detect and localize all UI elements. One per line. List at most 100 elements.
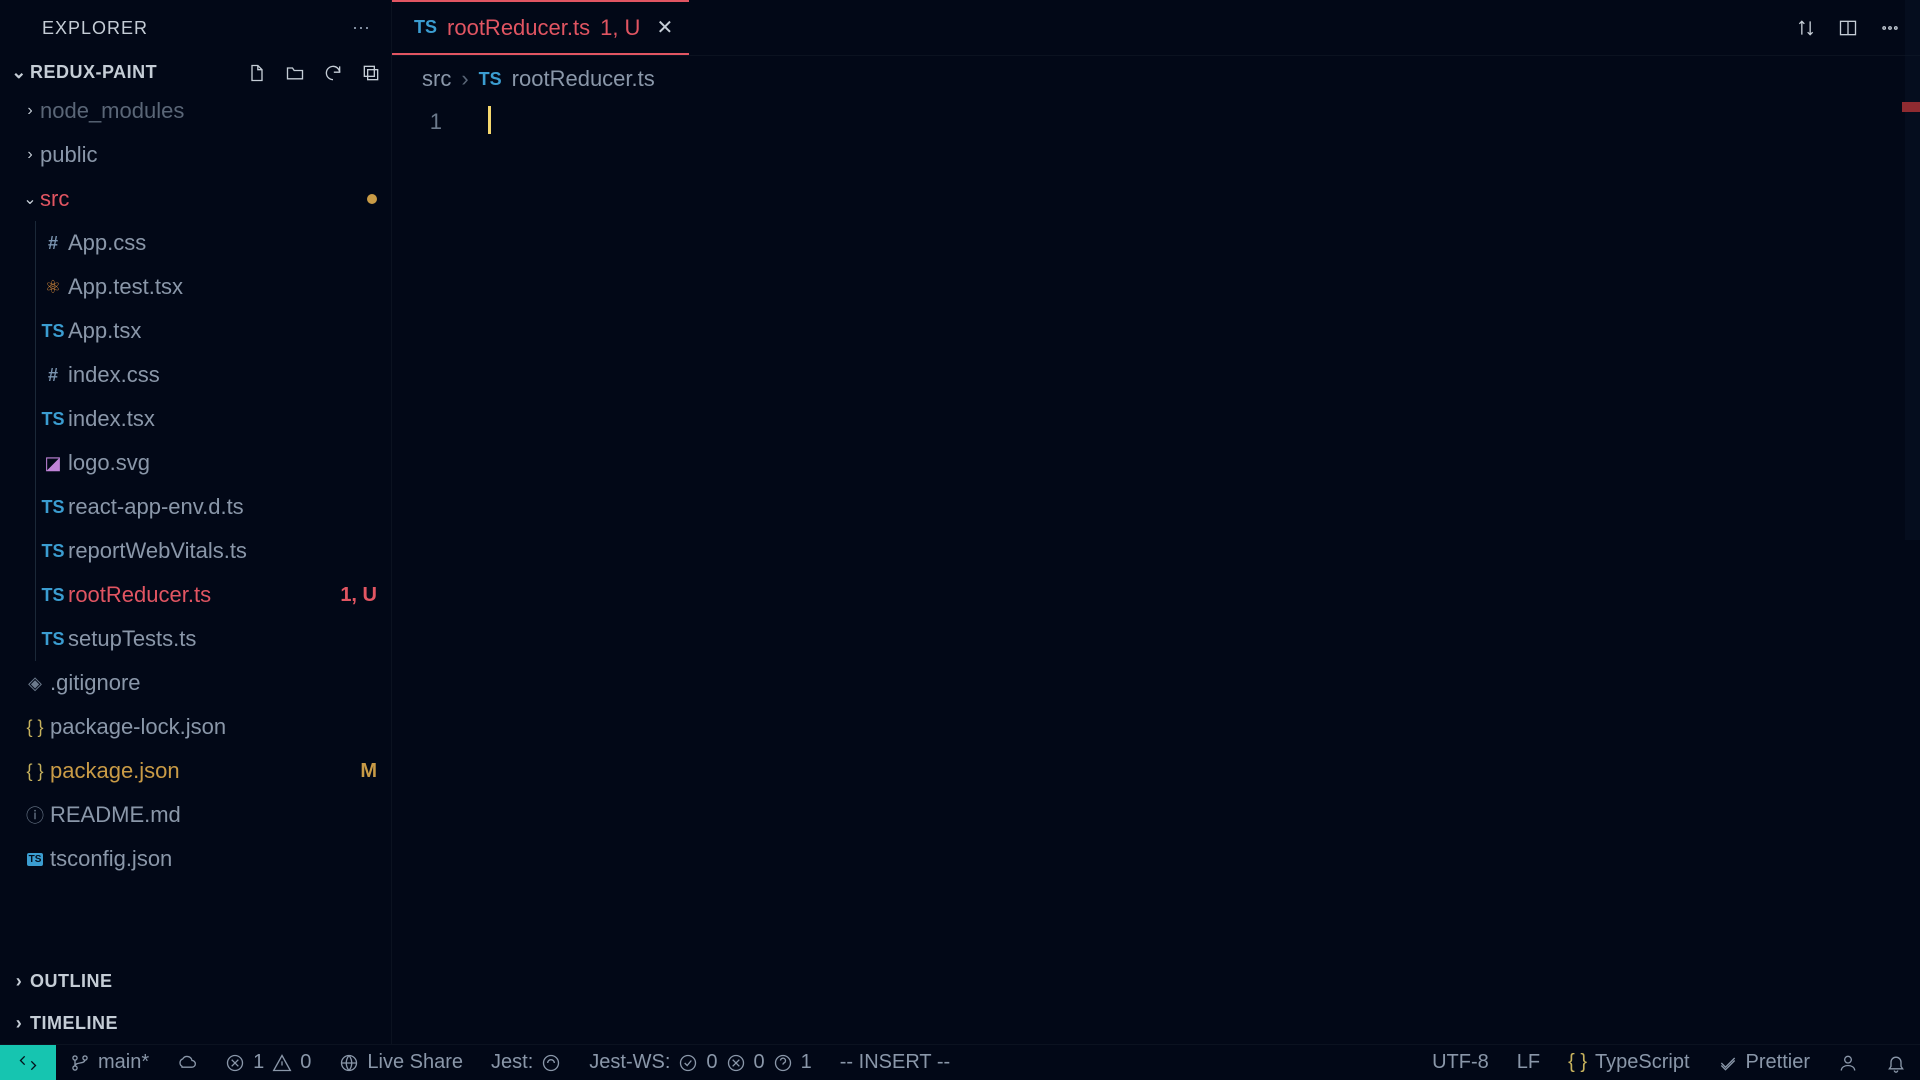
file-app-css[interactable]: # App.css bbox=[0, 221, 391, 265]
tree-label: App.test.tsx bbox=[68, 274, 183, 300]
file-app-test[interactable]: ⚛ App.test.tsx bbox=[0, 265, 391, 309]
compare-icon[interactable] bbox=[1796, 18, 1816, 38]
tree-label: App.css bbox=[68, 230, 146, 256]
react-icon: ⚛ bbox=[38, 277, 68, 298]
git-icon: ◈ bbox=[20, 673, 50, 694]
text-cursor bbox=[488, 106, 491, 134]
svg-icon: ◪ bbox=[38, 453, 68, 474]
explorer-more-icon[interactable]: ⋯ bbox=[352, 18, 371, 39]
encoding-label: UTF-8 bbox=[1432, 1051, 1489, 1074]
language-selector[interactable]: { } TypeScript bbox=[1554, 1051, 1703, 1074]
file-react-env[interactable]: TS react-app-env.d.ts bbox=[0, 485, 391, 529]
jest-indicator[interactable]: Jest: bbox=[477, 1051, 575, 1074]
sync-button[interactable] bbox=[163, 1053, 211, 1073]
explorer-title: EXPLORER bbox=[42, 18, 148, 39]
warning-count: 0 bbox=[300, 1051, 311, 1074]
ts-icon: TS bbox=[479, 69, 502, 90]
file-tsconfig[interactable]: TS tsconfig.json bbox=[0, 837, 391, 881]
tree-label: setupTests.ts bbox=[68, 626, 196, 652]
new-folder-icon[interactable] bbox=[285, 63, 305, 83]
liveshare-label: Live Share bbox=[367, 1051, 463, 1074]
folder-src[interactable]: ⌄ src bbox=[0, 177, 391, 221]
file-logo-svg[interactable]: ◪ logo.svg bbox=[0, 441, 391, 485]
file-root-reducer[interactable]: TS rootReducer.ts 1, U bbox=[0, 573, 391, 617]
file-report-web-vitals[interactable]: TS reportWebVitals.ts bbox=[0, 529, 391, 573]
tab-root-reducer[interactable]: TS rootReducer.ts 1, U ✕ bbox=[392, 0, 689, 55]
project-header[interactable]: ⌄ REDUX-PAINT bbox=[0, 56, 391, 89]
folder-node-modules[interactable]: › node_modules bbox=[0, 89, 391, 133]
file-setup-tests[interactable]: TS setupTests.ts bbox=[0, 617, 391, 661]
branch-indicator[interactable]: main* bbox=[56, 1051, 163, 1074]
branch-name: main* bbox=[98, 1051, 149, 1074]
breadcrumb-item[interactable]: rootReducer.ts bbox=[512, 66, 655, 92]
collapse-icon[interactable] bbox=[361, 63, 381, 83]
problems-indicator[interactable]: 1 0 bbox=[211, 1051, 325, 1074]
jest-fail: 0 bbox=[754, 1051, 765, 1074]
notifications-button[interactable] bbox=[1872, 1053, 1920, 1073]
folder-public[interactable]: › public bbox=[0, 133, 391, 177]
feedback-button[interactable] bbox=[1824, 1053, 1872, 1073]
tree-label: src bbox=[40, 186, 69, 212]
close-icon[interactable]: ✕ bbox=[656, 15, 673, 40]
error-icon bbox=[225, 1053, 245, 1073]
timeline-panel[interactable]: › TIMELINE bbox=[0, 1002, 391, 1044]
warning-icon bbox=[272, 1053, 292, 1073]
new-file-icon[interactable] bbox=[247, 63, 267, 83]
encoding-selector[interactable]: UTF-8 bbox=[1418, 1051, 1503, 1074]
ts-icon: TS bbox=[38, 497, 68, 518]
tree-label: rootReducer.ts bbox=[68, 582, 211, 608]
chevron-right-icon: › bbox=[20, 146, 40, 164]
tree-label: tsconfig.json bbox=[50, 846, 172, 872]
jestws-label: Jest-WS: bbox=[589, 1051, 670, 1074]
vim-mode: -- INSERT -- bbox=[826, 1051, 964, 1074]
code-editor[interactable]: 1 bbox=[392, 102, 1920, 1044]
editor-area: TS rootReducer.ts 1, U ✕ src › TS rootRe… bbox=[392, 0, 1920, 1044]
cloud-sync-icon bbox=[177, 1053, 197, 1073]
more-icon[interactable] bbox=[1880, 18, 1900, 38]
file-readme[interactable]: ⓘ README.md bbox=[0, 793, 391, 837]
refresh-icon[interactable] bbox=[323, 63, 343, 83]
file-gitignore[interactable]: ◈ .gitignore bbox=[0, 661, 391, 705]
ts-icon: TS bbox=[38, 321, 68, 342]
status-bar: main* 1 0 Live Share Jest: Jest-WS: 0 0 … bbox=[0, 1044, 1920, 1080]
prettier-button[interactable]: Prettier bbox=[1704, 1051, 1824, 1074]
unknown-icon bbox=[773, 1053, 793, 1073]
jest-status-icon bbox=[541, 1053, 561, 1073]
chevron-right-icon: › bbox=[8, 1013, 30, 1034]
jest-unknown: 1 bbox=[801, 1051, 812, 1074]
chevron-right-icon: › bbox=[461, 66, 468, 92]
tree-label: reportWebVitals.ts bbox=[68, 538, 247, 564]
remote-indicator[interactable] bbox=[0, 1045, 56, 1080]
vim-mode-label: -- INSERT -- bbox=[840, 1051, 950, 1074]
error-count: 1 bbox=[253, 1051, 264, 1074]
file-index-tsx[interactable]: TS index.tsx bbox=[0, 397, 391, 441]
chevron-right-icon: › bbox=[20, 102, 40, 120]
breadcrumb[interactable]: src › TS rootReducer.ts bbox=[392, 56, 1920, 102]
code-content[interactable] bbox=[480, 102, 1920, 1044]
file-package-json[interactable]: { } package.json M bbox=[0, 749, 391, 793]
ts-icon: TS bbox=[414, 17, 437, 38]
jest-ws-indicator[interactable]: Jest-WS: 0 0 1 bbox=[575, 1051, 826, 1074]
breadcrumb-item[interactable]: src bbox=[422, 66, 451, 92]
css-icon: # bbox=[38, 365, 68, 386]
file-package-lock[interactable]: { } package-lock.json bbox=[0, 705, 391, 749]
ts-icon: TS bbox=[38, 629, 68, 650]
tree-label: react-app-env.d.ts bbox=[68, 494, 244, 520]
tsconfig-icon: TS bbox=[20, 853, 50, 866]
tab-label: rootReducer.ts bbox=[447, 15, 590, 41]
chevron-right-icon: › bbox=[8, 971, 30, 992]
file-app-tsx[interactable]: TS App.tsx bbox=[0, 309, 391, 353]
dirty-indicator-icon bbox=[367, 194, 377, 204]
tree-label: public bbox=[40, 142, 97, 168]
file-index-css[interactable]: # index.css bbox=[0, 353, 391, 397]
project-name: REDUX-PAINT bbox=[30, 62, 157, 83]
eol-selector[interactable]: LF bbox=[1503, 1051, 1554, 1074]
liveshare-button[interactable]: Live Share bbox=[325, 1051, 477, 1074]
branch-icon bbox=[70, 1053, 90, 1073]
panel-label: OUTLINE bbox=[30, 971, 113, 992]
liveshare-icon bbox=[339, 1053, 359, 1073]
tree-label: .gitignore bbox=[50, 670, 141, 696]
split-editor-icon[interactable] bbox=[1838, 18, 1858, 38]
json-icon: { } bbox=[20, 761, 50, 782]
outline-panel[interactable]: › OUTLINE bbox=[0, 960, 391, 1002]
